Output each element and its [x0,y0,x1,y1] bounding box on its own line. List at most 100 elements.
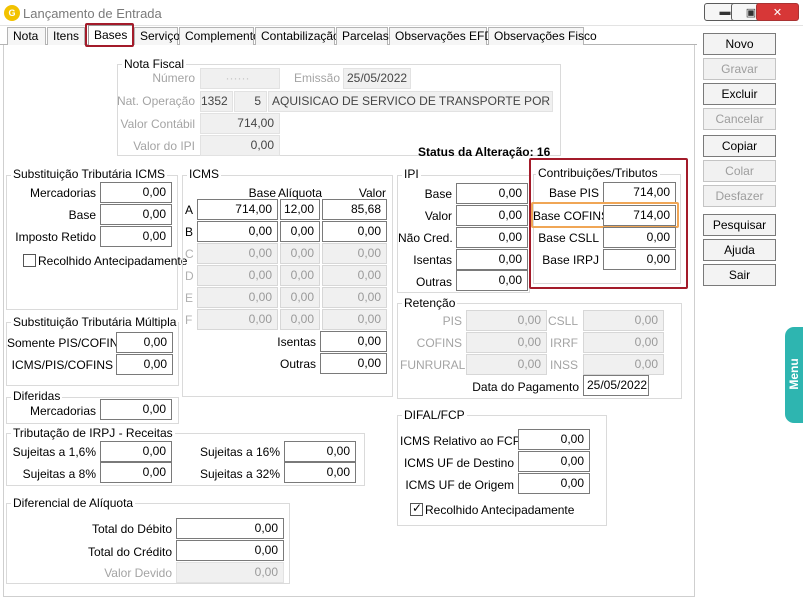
valor-ipi-field: 0,00 [200,135,280,156]
nota-fiscal-title: Nota Fiscal [122,57,187,71]
tab-complemento[interactable]: Complemento [179,27,260,45]
sujeitas-16-input[interactable]: 0,00 [284,441,356,462]
ajuda-button[interactable]: Ajuda [703,239,776,261]
base-csll-input[interactable]: 0,00 [603,227,676,248]
icms-uf-destino-input[interactable]: 0,00 [518,451,590,472]
colar-button[interactable]: Colar [703,160,776,182]
desfazer-button[interactable]: Desfazer [703,185,776,207]
menu-label: Menu [787,358,801,390]
base-cofins-input[interactable]: 714,00 [603,205,676,226]
tab-observacoes-fisco[interactable]: Observações Fisco [488,27,597,45]
icms-row-letter: D [185,269,194,283]
sujeitas-1-6-input[interactable]: 0,00 [100,441,172,462]
icms-outras-input[interactable]: 0,00 [320,353,387,374]
ipi-nao-cred-label: Não Cred. [398,231,453,245]
status-alteracao: Status da Alteração: 16 [418,145,551,159]
icms-relativo-fcp-input[interactable]: 0,00 [518,429,590,450]
excluir-button[interactable]: Excluir [703,83,776,105]
data-pagamento-label: Data do Pagamento [472,380,579,394]
difal-recolhido-checkbox[interactable] [410,501,423,516]
ipi-valor-input[interactable]: 0,00 [456,205,528,226]
ipi-isentas-label: Isentas [413,253,452,267]
st-mercadorias-input[interactable]: 0,00 [100,182,172,203]
icms-row-letter: A [185,203,194,217]
ipi-isentas-input[interactable]: 0,00 [456,249,528,270]
icms-relativo-fcp-label: ICMS Relativo ao FCP [400,434,521,448]
diferidas-mercadorias-input[interactable]: 0,00 [100,399,172,420]
icms-pis-cofins-label: ICMS/PIS/COFINS [11,358,113,372]
gravar-button[interactable]: Gravar [703,58,776,80]
tab-nota[interactable]: Nota [7,27,46,45]
ret-csll-field: 0,00 [583,310,664,331]
tab-servico[interactable]: Serviço [134,27,180,45]
st-multipla-title: Substituição Tributária Múltipla [11,315,179,329]
valor-ipi-label: Valor do IPI [133,139,195,153]
icms-isentas-input[interactable]: 0,00 [320,331,387,352]
base-irpj-label: Base IRPJ [542,253,599,267]
cancelar-button[interactable]: Cancelar [703,108,776,130]
total-credito-label: Total do Crédito [87,545,172,559]
icms-aliquota-input[interactable]: 12,00 [280,199,320,220]
ret-funrural-label: FUNRURAL [400,358,466,372]
tab-itens[interactable]: Itens [47,27,85,45]
valor-contabil-label: Valor Contábil [120,117,195,131]
icms-base-input[interactable]: 0,00 [197,221,278,242]
st-imposto-retido-input[interactable]: 0,00 [100,226,172,247]
ipi-nao-cred-input[interactable]: 0,00 [456,227,528,248]
somente-pis-cofins-input[interactable]: 0,00 [116,332,173,353]
base-csll-label: Base CSLL [538,231,599,245]
icms-uf-origem-input[interactable]: 0,00 [518,473,590,494]
close-button[interactable]: ✕ [756,3,799,21]
icms-uf-origem-label: ICMS UF de Origem [405,478,514,492]
ret-inss-field: 0,00 [583,354,664,375]
total-debito-input[interactable]: 0,00 [176,518,284,539]
sujeitas-32-input[interactable]: 0,00 [284,462,356,483]
icms-col-aliquota: Alíquota [278,186,323,200]
icms-outras-label: Outras [279,357,316,371]
ret-funrural-field: 0,00 [466,354,547,375]
st-recolhido-checkbox[interactable] [23,254,36,267]
ret-cofins-label: COFINS [416,336,462,350]
icms-base-input[interactable]: 714,00 [197,199,278,220]
diferidas-mercadorias-label: Mercadorias [29,404,96,418]
base-irpj-input[interactable]: 0,00 [603,249,676,270]
sujeitas-8-input[interactable]: 0,00 [100,462,172,483]
icms-base-input: 0,00 [197,287,278,308]
icms-valor-input[interactable]: 85,68 [322,199,387,220]
nat-operacao-label: Nat. Operação [116,94,195,108]
ipi-outras-input[interactable]: 0,00 [456,270,528,291]
sair-button[interactable]: Sair [703,264,776,286]
novo-button[interactable]: Novo [703,33,776,55]
tab-contabilizacao[interactable]: Contabilização [255,27,340,45]
ipi-base-label: Base [424,187,452,201]
tab-parcelas[interactable]: Parcelas [336,27,389,45]
icms-valor-input: 0,00 [322,309,387,330]
pesquisar-button[interactable]: Pesquisar [703,214,776,236]
numero-label: Número [152,71,195,85]
icms-row-letter: B [185,225,194,239]
st-recolhido-label: Recolhido Antecipadamente [38,254,188,268]
icms-aliquota-input[interactable]: 0,00 [280,221,320,242]
icms-valor-input: 0,00 [322,243,387,264]
maximize-icon: ▣ [745,6,757,19]
st-base-input[interactable]: 0,00 [100,204,172,225]
icms-valor-input: 0,00 [322,265,387,286]
tab-observacoes-efd[interactable]: Observações EFD [389,27,493,45]
dif-aliquota-title: Diferencial de Alíquota [11,496,136,510]
ipi-base-input[interactable]: 0,00 [456,183,528,204]
nat-operacao-seq: 5 [234,91,267,112]
icms-aliquota-input: 0,00 [280,287,320,308]
data-pagamento-input[interactable]: 25/05/2022 [583,375,649,396]
copiar-button[interactable]: Copiar [703,135,776,157]
icms-row-letter: F [185,313,193,327]
irpj-title: Tributação de IRPJ - Receitas [11,426,175,440]
total-credito-input[interactable]: 0,00 [176,540,284,561]
ret-inss-label: INSS [549,358,578,372]
st-base-label: Base [68,208,96,222]
icms-pis-cofins-input[interactable]: 0,00 [116,354,173,375]
ret-pis-field: 0,00 [466,310,547,331]
menu-side-tab[interactable]: Menu [785,327,803,423]
icms-valor-input[interactable]: 0,00 [322,221,387,242]
base-pis-input[interactable]: 714,00 [603,182,676,203]
st-imposto-retido-label: Imposto Retido [15,230,96,244]
